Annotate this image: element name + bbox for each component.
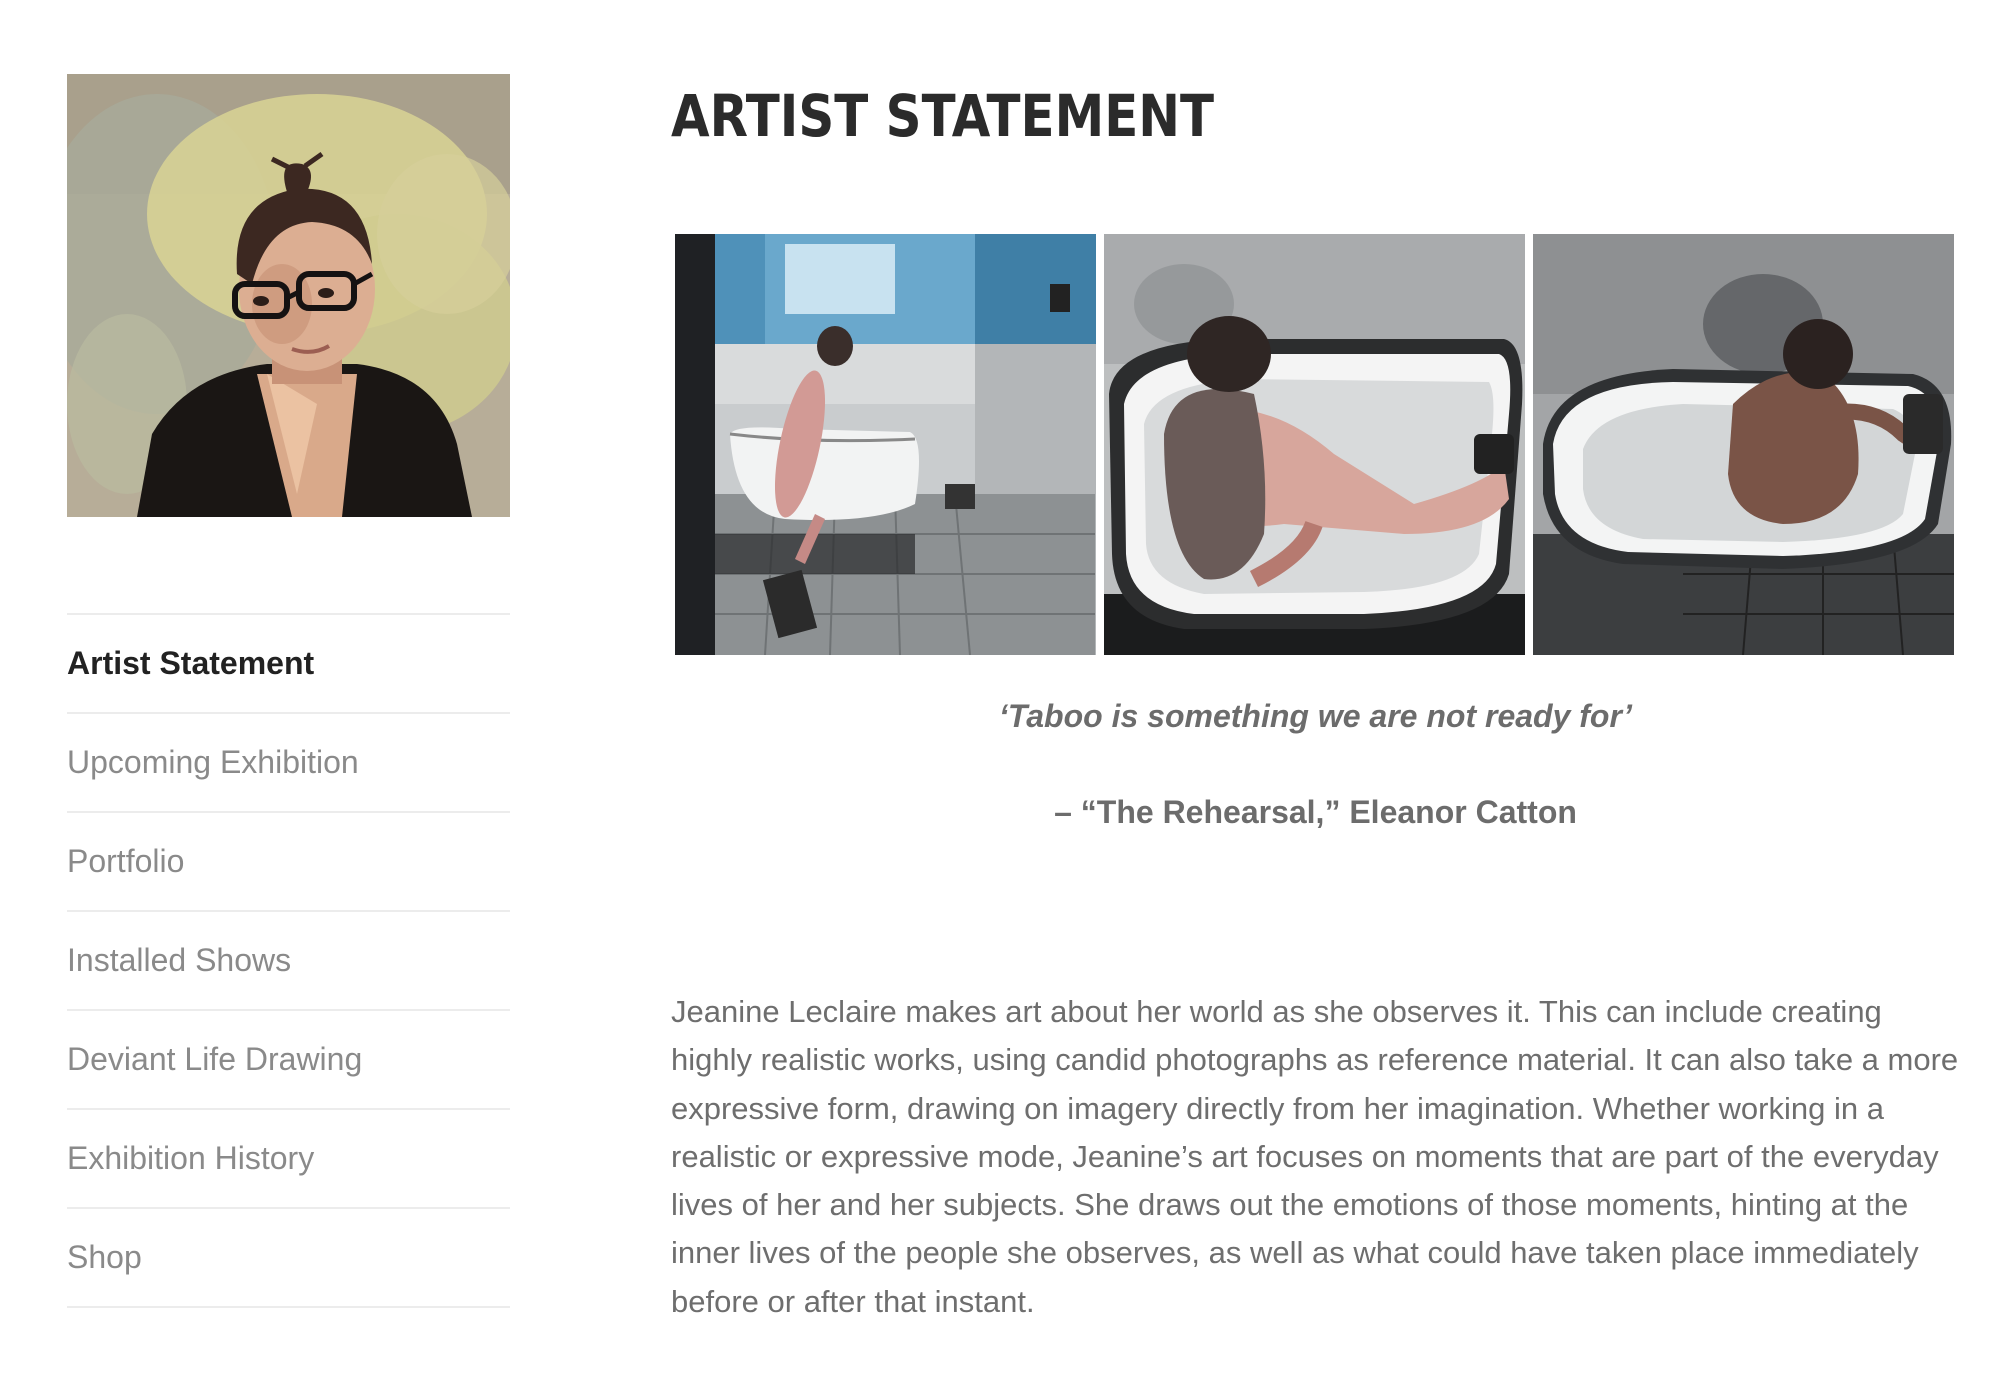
main-content: ARTIST STATEMENT ‘Taboo is something we …: [671, 74, 1958, 1319]
nav-item-artist-statement[interactable]: Artist Statement: [67, 615, 510, 714]
nav-item-upcoming-exhibition[interactable]: Upcoming Exhibition: [67, 714, 510, 813]
nav-item-deviant-life-drawing[interactable]: Deviant Life Drawing: [67, 1011, 510, 1110]
nav-item-portfolio[interactable]: Portfolio: [67, 813, 510, 912]
artwork-image-3[interactable]: [1533, 234, 1954, 655]
artwork-image-1[interactable]: [675, 234, 1096, 655]
sidebar: Artist Statement Upcoming Exhibition Por…: [67, 74, 510, 1308]
nav-item-shop[interactable]: Shop: [67, 1209, 510, 1308]
artwork-image-2[interactable]: [1104, 234, 1525, 655]
artist-portrait-image[interactable]: [67, 74, 510, 517]
statement-paragraph: Jeanine Leclaire makes art about her wor…: [671, 994, 1959, 1319]
quote-attribution: – “The Rehearsal,” Eleanor Catton: [1054, 794, 1577, 830]
quote-block: ‘Taboo is something we are not ready for…: [671, 696, 1960, 832]
nav-item-installed-shows[interactable]: Installed Shows: [67, 912, 510, 1011]
quote-text: ‘Taboo is something we are not ready for…: [999, 698, 1632, 734]
sidebar-nav: Artist Statement Upcoming Exhibition Por…: [67, 613, 510, 1308]
page-title: ARTIST STATEMENT: [671, 82, 1215, 150]
artwork-gallery: [675, 234, 1954, 655]
nav-item-exhibition-history[interactable]: Exhibition History: [67, 1110, 510, 1209]
